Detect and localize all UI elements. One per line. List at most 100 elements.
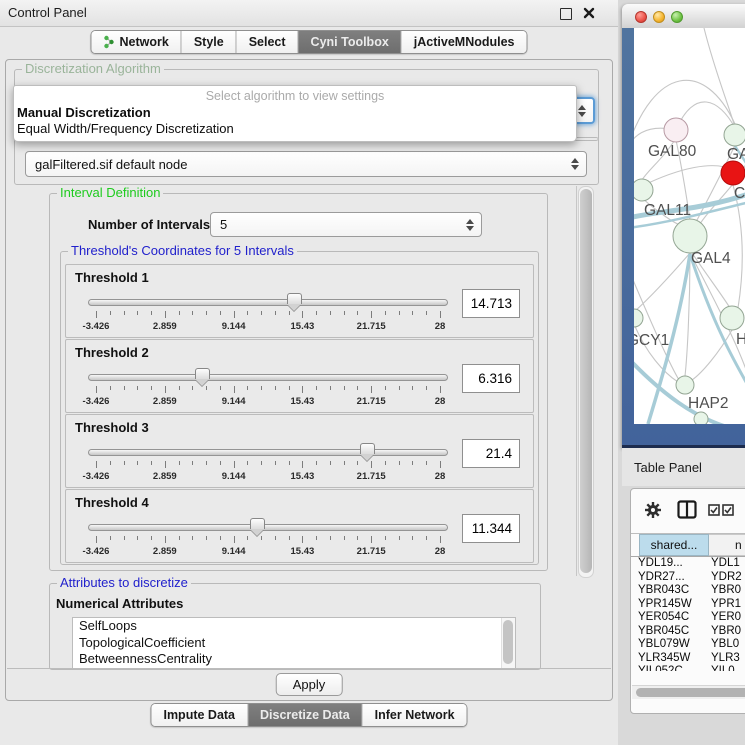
popup-hint-text: Select algorithm to view settings <box>14 89 576 103</box>
number-of-intervals-label: Number of Intervals <box>88 217 210 232</box>
tab-network[interactable]: Network <box>91 31 181 53</box>
table-row[interactable]: YBL079WYBL0 <box>631 638 745 652</box>
attributes-scrollbar[interactable] <box>501 618 515 668</box>
network-node-c[interactable] <box>721 161 745 185</box>
slider-tick-label: 28 <box>435 471 446 482</box>
slider-tick-label: 21.715 <box>357 471 386 482</box>
table-row[interactable]: YDL19...YDL1 <box>631 557 745 571</box>
threshold-slider[interactable]: -3.4262.8599.14415.4321.71528 <box>88 518 448 560</box>
attribute-item[interactable]: TopologicalCoefficient <box>73 635 515 652</box>
slider-tick-label: 9.144 <box>222 546 246 557</box>
attribute-item[interactable]: SelfLoops <box>73 618 515 635</box>
table-row[interactable]: YDR27...YDR2 <box>631 571 745 585</box>
table-cell: YIL0 <box>711 665 735 671</box>
network-node-ga[interactable] <box>724 124 745 146</box>
popup-item-manual-discretization[interactable]: Manual Discretization <box>17 105 151 120</box>
table-cell: YDL19... <box>638 557 683 569</box>
table-cell: YBR045C <box>638 625 689 637</box>
threshold-value-input[interactable]: 6.316 <box>462 364 520 393</box>
unselect-all-checkbox-icon[interactable] <box>722 504 734 516</box>
threshold-panel-3: Threshold 3-3.4262.8599.14415.4321.71528… <box>65 414 534 488</box>
settings-scrollbar[interactable] <box>578 186 594 578</box>
gear-icon[interactable] <box>644 501 662 519</box>
threshold-value-input[interactable]: 14.713 <box>462 289 520 318</box>
numerical-attributes-list[interactable]: SelfLoopsTopologicalCoefficientBetweenne… <box>72 617 516 669</box>
float-window-icon[interactable] <box>560 8 572 20</box>
window-zoom-button[interactable] <box>671 11 683 23</box>
table-row[interactable]: YBR045C YBR0 <box>631 625 745 639</box>
window-minimize-button[interactable] <box>653 11 665 23</box>
slider-tick-label: 21.715 <box>357 546 386 557</box>
table-row[interactable]: YBR043CYBR0 <box>631 584 745 598</box>
tab-select[interactable]: Select <box>237 31 299 53</box>
attributes-scrollbar-thumb[interactable] <box>503 620 513 664</box>
table-data-group: Table Data galFiltered.sif default node <box>14 137 599 185</box>
column-header-name[interactable]: n <box>709 534 745 556</box>
tab-cyni-toolbox[interactable]: Cyni Toolbox <box>299 31 402 53</box>
table-data-value: galFiltered.sif default node <box>35 157 187 172</box>
slider-tick-label: 2.859 <box>153 396 177 407</box>
slider-tick-label: 2.859 <box>153 546 177 557</box>
interval-definition-label: Interval Definition <box>57 186 163 200</box>
number-of-intervals-combobox[interactable]: 5 <box>210 212 482 237</box>
network-node-gcy1[interactable] <box>634 309 643 327</box>
table-cell: YPR1 <box>711 598 741 610</box>
combo-stepper-icon <box>571 158 579 170</box>
network-window-frame: GAL80GACGAL11GAL4GCY1HHAP2 <box>622 28 745 448</box>
network-edge <box>704 28 734 124</box>
tab-style[interactable]: Style <box>182 31 237 53</box>
network-view-window: GAL80GACGAL11GAL4GCY1HHAP2 <box>622 4 745 448</box>
popup-item-equal-width-frequency[interactable]: Equal Width/Frequency Discretization <box>17 121 234 136</box>
threshold-slider[interactable]: -3.4262.8599.14415.4321.71528 <box>88 293 448 335</box>
column-manager-icon[interactable] <box>677 500 697 519</box>
table-row[interactable]: YLR345WYLR3 <box>631 652 745 666</box>
threshold-slider[interactable]: -3.4262.8599.14415.4321.71528 <box>88 368 448 410</box>
table-panel: shared... n YDL19...YDL1YDR27...YDR2YBR0… <box>630 488 745 714</box>
threshold-value-input[interactable]: 11.344 <box>462 514 520 543</box>
table-row[interactable]: YIL052CYIL0 <box>631 665 745 671</box>
tab-infer-network[interactable]: Infer Network <box>363 704 467 726</box>
tab-discretize-data[interactable]: Discretize Data <box>248 704 363 726</box>
slider-thumb[interactable] <box>287 293 302 304</box>
network-node-gal11[interactable] <box>634 179 653 201</box>
column-header-shared-name[interactable]: shared... <box>639 534 709 556</box>
control-panel-tabs: NetworkStyleSelectCyni ToolboxjActiveMNo… <box>90 30 527 54</box>
threshold-value-input[interactable]: 21.4 <box>462 439 520 468</box>
network-node-hap2[interactable] <box>676 376 694 394</box>
apply-button[interactable]: Apply <box>276 673 343 696</box>
attribute-item[interactable]: BetweennessCentrality <box>73 651 515 668</box>
slider-tick-label: 9.144 <box>222 321 246 332</box>
network-node[interactable] <box>694 412 708 424</box>
table-hscrollbar-thumb[interactable] <box>636 688 745 697</box>
table-cell: YLR3 <box>711 652 740 664</box>
network-node-h[interactable] <box>720 306 744 330</box>
settings-scrollbar-thumb[interactable] <box>580 189 592 573</box>
table-cell: YBR0 <box>711 625 741 637</box>
select-all-checkbox-icon[interactable] <box>708 504 720 516</box>
network-node-gal4[interactable] <box>673 219 707 253</box>
discretization-algorithm-label: Discretization Algorithm <box>22 62 164 76</box>
slider-tick-label: -3.426 <box>83 321 110 332</box>
slider-thumb[interactable] <box>360 443 375 454</box>
combo-stepper-icon <box>466 219 474 231</box>
table-panel-titlebar: Table Panel <box>622 448 745 486</box>
threshold-slider[interactable]: -3.4262.8599.14415.4321.71528 <box>88 443 448 485</box>
table-row[interactable]: YPR145WYPR1 <box>631 598 745 612</box>
threshold-panel-2: Threshold 2-3.4262.8599.14415.4321.71528… <box>65 339 534 413</box>
table-data-combobox[interactable]: galFiltered.sif default node <box>25 151 587 177</box>
close-icon[interactable] <box>582 6 596 20</box>
window-close-button[interactable] <box>635 11 647 23</box>
tab-jactivemnodules[interactable]: jActiveMNodules <box>402 31 527 53</box>
network-canvas[interactable]: GAL80GACGAL11GAL4GCY1HHAP2 <box>634 28 745 424</box>
slider-thumb[interactable] <box>195 368 210 379</box>
table-row[interactable]: YER054CYER0 <box>631 611 745 625</box>
table-panel-title: Table Panel <box>634 460 702 475</box>
tab-impute-data[interactable]: Impute Data <box>151 704 248 726</box>
table-cell: YER0 <box>711 611 741 623</box>
slider-thumb[interactable] <box>250 518 265 529</box>
control-panel-titlebar: Control Panel <box>0 0 618 27</box>
network-node-gal80[interactable] <box>664 118 688 142</box>
table-horizontal-scrollbar[interactable] <box>632 685 745 699</box>
threshold-label: Threshold 3 <box>75 420 149 435</box>
table-cell: YBR0 <box>711 584 741 596</box>
